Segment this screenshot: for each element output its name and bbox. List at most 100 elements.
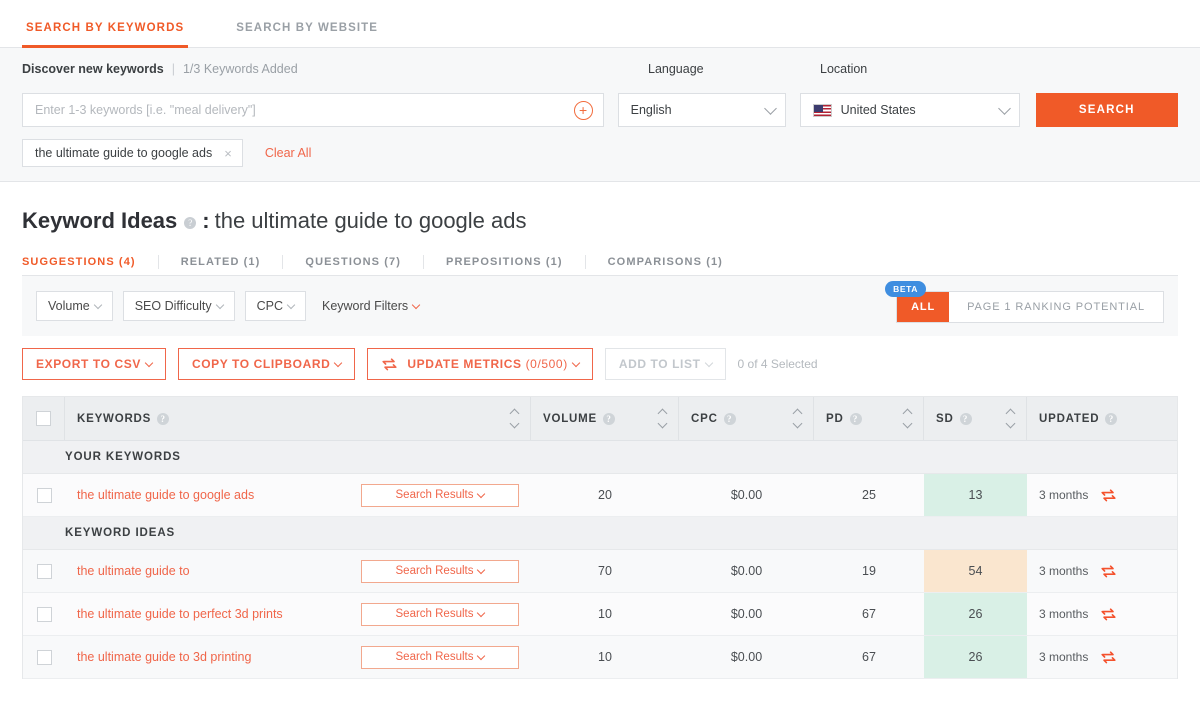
discover-new-keywords-label: Discover new keywords: [22, 62, 164, 76]
updated-cell: 3 months: [1027, 636, 1170, 678]
add-to-list-button[interactable]: ADD TO LIST: [604, 348, 726, 380]
refresh-swap-icon[interactable]: [1100, 650, 1117, 665]
search-results-label: Search Results: [395, 608, 474, 620]
search-panel: Discover new keywords | 1/3 Keywords Add…: [0, 48, 1200, 182]
keyword-search-input[interactable]: [35, 103, 574, 117]
search-controls-row: + English United States SEARCH: [22, 93, 1178, 127]
chevron-down-icon: [93, 300, 102, 310]
language-select[interactable]: English: [617, 93, 786, 127]
keyword-input-wrapper: +: [22, 93, 604, 127]
filter-cpc[interactable]: CPC: [244, 291, 306, 321]
sort-cpc-icon[interactable]: [792, 408, 803, 429]
updated-text: 3 months: [1039, 650, 1089, 664]
copy-to-clipboard-button[interactable]: COPY TO CLIPBOARD: [177, 348, 356, 380]
table-row: the ultimate guide to Search Results 70 …: [23, 550, 1177, 593]
search-results-button[interactable]: Search Results: [361, 645, 519, 669]
sort-keywords-icon[interactable]: [509, 408, 520, 429]
chevron-down-icon: [286, 300, 296, 310]
row-checkbox[interactable]: [36, 649, 52, 665]
close-icon[interactable]: ×: [224, 146, 232, 161]
sort-pd-icon[interactable]: [902, 408, 913, 429]
column-header-cpc[interactable]: CPC ?: [679, 397, 814, 440]
keyword-cell: the ultimate guide to google ads Search …: [65, 474, 531, 516]
tab-related[interactable]: RELATED (1): [159, 254, 284, 269]
row-select-cell: [23, 593, 65, 635]
keyword-link[interactable]: the ultimate guide to 3d printing: [77, 650, 251, 664]
row-checkbox[interactable]: [36, 487, 52, 503]
search-results-label: Search Results: [395, 651, 474, 663]
row-checkbox[interactable]: [36, 563, 52, 579]
help-icon[interactable]: ?: [1105, 412, 1118, 425]
table-header-row: KEYWORDS ? VOLUME ? CPC ? PD ? SD ? UPDA…: [23, 397, 1177, 441]
column-header-volume-label: VOLUME: [543, 412, 597, 425]
chevron-down-icon: [763, 101, 777, 115]
location-selected-value: United States: [840, 103, 916, 117]
keyword-link[interactable]: the ultimate guide to perfect 3d prints: [77, 607, 283, 621]
updated-text: 3 months: [1039, 488, 1089, 502]
tab-search-by-keywords[interactable]: SEARCH BY KEYWORDS: [22, 22, 189, 48]
chevron-down-icon: [704, 358, 713, 368]
help-icon[interactable]: ?: [849, 412, 862, 425]
tab-search-by-website[interactable]: SEARCH BY WEBSITE: [232, 22, 382, 48]
keyword-link[interactable]: the ultimate guide to: [77, 564, 190, 578]
row-checkbox[interactable]: [36, 606, 52, 622]
help-icon[interactable]: ?: [723, 412, 736, 425]
location-select[interactable]: United States: [799, 93, 1020, 127]
help-icon[interactable]: ?: [157, 412, 170, 425]
column-header-sd[interactable]: SD ?: [924, 397, 1027, 440]
column-header-updated-label: UPDATED: [1039, 412, 1100, 425]
column-header-pd[interactable]: PD ?: [814, 397, 924, 440]
search-results-label: Search Results: [395, 489, 474, 501]
table-group-header: YOUR KEYWORDS: [23, 441, 1177, 474]
keyword-filters-dropdown[interactable]: Keyword Filters: [322, 299, 421, 313]
column-header-pd-label: PD: [826, 412, 844, 425]
search-results-button[interactable]: Search Results: [361, 559, 519, 583]
tab-questions[interactable]: QUESTIONS (7): [283, 254, 425, 269]
toggle-page1-ranking-potential[interactable]: PAGE 1 RANKING POTENTIAL: [949, 292, 1163, 322]
keyword-chip[interactable]: the ultimate guide to google ads ×: [22, 139, 243, 167]
chevron-down-icon: [477, 489, 486, 499]
refresh-swap-icon[interactable]: [1100, 607, 1117, 622]
chevron-down-icon: [477, 608, 486, 618]
search-results-button[interactable]: Search Results: [361, 483, 519, 507]
export-to-csv-button[interactable]: EXPORT TO CSV: [22, 348, 166, 380]
search-button[interactable]: SEARCH: [1035, 93, 1178, 127]
add-to-list-label: ADD TO LIST: [618, 357, 701, 371]
row-select-cell: [23, 474, 65, 516]
tab-comparisons[interactable]: COMPARISONS (1): [586, 255, 745, 269]
group-label-keyword-ideas: KEYWORD IDEAS: [65, 527, 176, 539]
column-header-cpc-label: CPC: [691, 412, 718, 425]
volume-cell: 20: [598, 488, 612, 502]
select-all-checkbox[interactable]: [36, 411, 51, 426]
chevron-down-icon: [334, 358, 343, 368]
page-title-row: Keyword Ideas ? : the ultimate guide to …: [0, 182, 1200, 234]
updated-cell: 3 months: [1027, 550, 1170, 592]
primary-tab-bar: SEARCH BY KEYWORDS SEARCH BY WEBSITE: [0, 0, 1200, 48]
refresh-swap-icon[interactable]: [1100, 488, 1117, 503]
chevron-down-icon: [997, 101, 1011, 115]
info-icon[interactable]: ?: [184, 217, 197, 229]
add-keyword-plus-icon[interactable]: +: [573, 100, 593, 120]
search-results-button[interactable]: Search Results: [361, 602, 519, 626]
column-header-keywords[interactable]: KEYWORDS ?: [65, 397, 531, 440]
chevron-down-icon: [571, 358, 581, 368]
group-label-your-keywords: YOUR KEYWORDS: [65, 451, 181, 463]
clear-all-link[interactable]: Clear All: [265, 146, 312, 160]
keyword-link[interactable]: the ultimate guide to google ads: [77, 488, 254, 502]
help-icon[interactable]: ?: [959, 412, 972, 425]
update-metrics-button[interactable]: UPDATE METRICS (0/500): [367, 348, 593, 380]
pd-cell: 19: [862, 564, 876, 578]
sd-cell: 54: [924, 550, 1027, 592]
help-icon[interactable]: ?: [603, 412, 615, 425]
keyword-cell: the ultimate guide to Search Results: [65, 550, 531, 592]
sort-volume-icon[interactable]: [657, 408, 668, 429]
filter-seo-difficulty[interactable]: SEO Difficulty: [122, 291, 235, 321]
action-bar: EXPORT TO CSV COPY TO CLIPBOARD UPDATE M…: [0, 336, 1200, 380]
column-header-volume[interactable]: VOLUME ?: [531, 397, 679, 440]
tab-suggestions[interactable]: SUGGESTIONS (4): [22, 254, 159, 269]
filter-volume[interactable]: Volume: [36, 291, 113, 321]
refresh-swap-icon[interactable]: [1100, 564, 1117, 579]
keyword-chip-label: the ultimate guide to google ads: [35, 146, 213, 160]
tab-prepositions[interactable]: PREPOSITIONS (1): [424, 254, 586, 269]
sort-sd-icon[interactable]: [1005, 408, 1016, 429]
